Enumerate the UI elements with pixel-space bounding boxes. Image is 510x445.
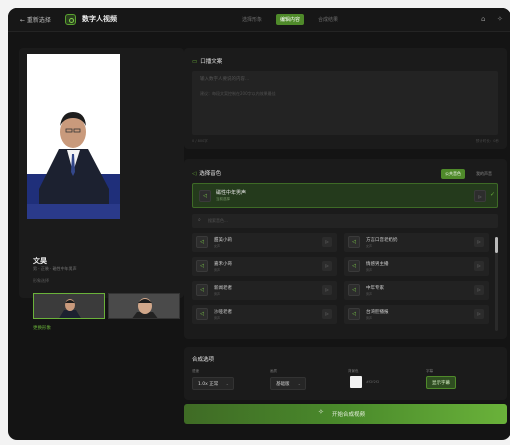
step-tabs: 选择形象 编辑内容 合成结果 [238, 14, 342, 25]
step-result[interactable]: 合成结果 [314, 14, 342, 25]
voice-icon: ◁ [192, 171, 197, 177]
voice-search-placeholder: 搜索音色... [208, 218, 228, 223]
generate-button[interactable]: ✧ 开始合成视频 [184, 404, 507, 424]
change-avatar-link[interactable]: 更换形象 [33, 325, 51, 331]
search-icon: ⌕ [198, 217, 201, 223]
speed-label: 语速 [192, 369, 199, 373]
avatar-thumbnail-1[interactable] [33, 293, 105, 319]
selected-voice-sub: 当前选择 [216, 197, 230, 201]
top-bar: ← 重新选择 数字人视频 选择形象 编辑内容 合成结果 ⌂ ✧ [8, 8, 510, 32]
script-panel-title: ▭ 口播文案 [192, 59, 223, 65]
voice-wave-icon: ◁ [348, 308, 360, 320]
bg-color-swatch[interactable] [350, 376, 362, 388]
bg-color-label: 背景色 [348, 369, 359, 373]
play-icon[interactable]: ▷ [474, 237, 484, 247]
scrollbar-thumb[interactable] [495, 237, 498, 253]
script-input[interactable]: 输入数字人要说的内容... 建议：每段文案控制在200字以内效果最佳 [192, 71, 498, 135]
generate-label: 开始合成视频 [332, 412, 366, 418]
subtitle-label: 字幕 [426, 369, 433, 373]
quality-select[interactable]: 基础版 ⌄ [270, 377, 306, 390]
script-placeholder: 输入数字人要说的内容... [200, 77, 250, 82]
voice-list-scrollbar[interactable] [495, 237, 498, 331]
play-icon[interactable]: ▷ [322, 237, 332, 247]
quality-label: 画质 [270, 369, 277, 373]
sparkle-icon: ✧ [318, 408, 324, 416]
options-title: 合成选项 [192, 357, 215, 363]
step-edit-content[interactable]: 编辑内容 [276, 14, 305, 25]
chevron-down-icon: ⌄ [297, 381, 301, 386]
script-icon: ▭ [192, 59, 198, 65]
voice-item[interactable]: ◁ 嘉禾小哥 男声 ▷ [192, 257, 337, 276]
script-panel: ▭ 口播文案 输入数字人要说的内容... 建议：每段文案控制在200字以内效果最佳… [184, 48, 507, 149]
voice-wave-icon: ◁ [348, 236, 360, 248]
play-icon[interactable]: ▷ [474, 309, 484, 319]
play-icon[interactable]: ▷ [474, 190, 486, 202]
voice-panel: ◁ 选择音色 公共音色 我的声音 ◁ 磁性中年男声 当前选择 ▷ ✓ ⌕ 搜索音色… [184, 159, 507, 339]
chevron-down-icon: ⌄ [225, 381, 229, 386]
play-icon[interactable]: ▷ [322, 261, 332, 271]
play-icon[interactable]: ▷ [474, 285, 484, 295]
subtitle-toggle[interactable]: 显示字幕 [426, 376, 456, 389]
voice-panel-title: ◁ 选择音色 [192, 171, 222, 177]
voice-wave-icon: ◁ [196, 260, 208, 272]
voice-wave-icon: ◁ [348, 260, 360, 272]
app-title: 数字人视频 [82, 15, 117, 23]
check-icon: ✓ [490, 191, 496, 198]
voice-item[interactable]: ◁ 方言口音老奶奶 女声 ▷ [344, 233, 489, 252]
tab-public-voices[interactable]: 公共音色 [441, 169, 465, 179]
avatar-thumbnail-2[interactable] [108, 293, 180, 319]
avatar-name: 文昊 [33, 257, 47, 265]
settings-icon[interactable]: ✧ [497, 15, 503, 23]
voice-search-input[interactable]: ⌕ 搜索音色... [192, 214, 498, 228]
selected-voice[interactable]: ◁ 磁性中年男声 当前选择 ▷ ✓ [192, 183, 498, 208]
char-count: 0 / 800字 [192, 139, 208, 143]
voice-item[interactable]: ◁ 甜美小莉 女声 ▷ [192, 233, 337, 252]
voice-item[interactable]: ◁ 情感男主播 男声 ▷ [344, 257, 489, 276]
play-icon[interactable]: ▷ [474, 261, 484, 271]
app-window: ← 重新选择 数字人视频 选择形象 编辑内容 合成结果 ⌂ ✧ 文昊 男 · 正… [8, 8, 510, 440]
voice-wave-icon: ◁ [196, 236, 208, 248]
avatar-description: 男 · 正装 · 磁性中年男声 [33, 266, 77, 271]
step-select-avatar[interactable]: 选择形象 [238, 14, 266, 25]
voice-wave-icon: ◁ [348, 284, 360, 296]
bg-color-value: #f2f2f2 [366, 380, 380, 384]
voice-item[interactable]: ◁ 中年专家 男声 ▷ [344, 281, 489, 300]
voice-item[interactable]: ◁ 台湾腔播报 男声 ▷ [344, 305, 489, 324]
avatar-section-label: 形象选择 [33, 278, 49, 283]
voice-item[interactable]: ◁ 新闻老者 男声 ▷ [192, 281, 337, 300]
app-logo-icon [65, 14, 76, 25]
voice-list: ◁ 甜美小莉 女声 ▷ ◁ 方言口音老奶奶 女声 ▷ ◁ 嘉禾小哥 男声 ▷ ◁… [192, 233, 492, 329]
avatar-panel: 文昊 男 · 正装 · 磁性中年男声 形象选择 更换形象 [19, 48, 184, 331]
selected-voice-name: 磁性中年男声 [216, 190, 247, 196]
back-button[interactable]: ← 重新选择 [20, 15, 51, 24]
voice-item[interactable]: ◁ 沙哑老者 男声 ▷ [192, 305, 337, 324]
play-icon[interactable]: ▷ [322, 309, 332, 319]
options-panel: 合成选项 语速 1.0x 正常 ⌄ 画质 基础版 ⌄ 背景色 #f2f2f2 字幕 … [184, 347, 507, 400]
avatar-preview [27, 54, 120, 219]
voice-wave-icon: ◁ [196, 308, 208, 320]
play-icon[interactable]: ▷ [322, 285, 332, 295]
speed-select[interactable]: 1.0x 正常 ⌄ [192, 377, 234, 390]
voice-wave-icon: ◁ [196, 284, 208, 296]
home-icon[interactable]: ⌂ [481, 15, 485, 23]
script-hint: 建议：每段文案控制在200字以内效果最佳 [200, 91, 276, 96]
tab-my-voices[interactable]: 我的声音 [472, 169, 496, 179]
voice-wave-icon: ◁ [199, 190, 211, 202]
duration-estimate: 预计时长：0秒 [475, 139, 499, 143]
